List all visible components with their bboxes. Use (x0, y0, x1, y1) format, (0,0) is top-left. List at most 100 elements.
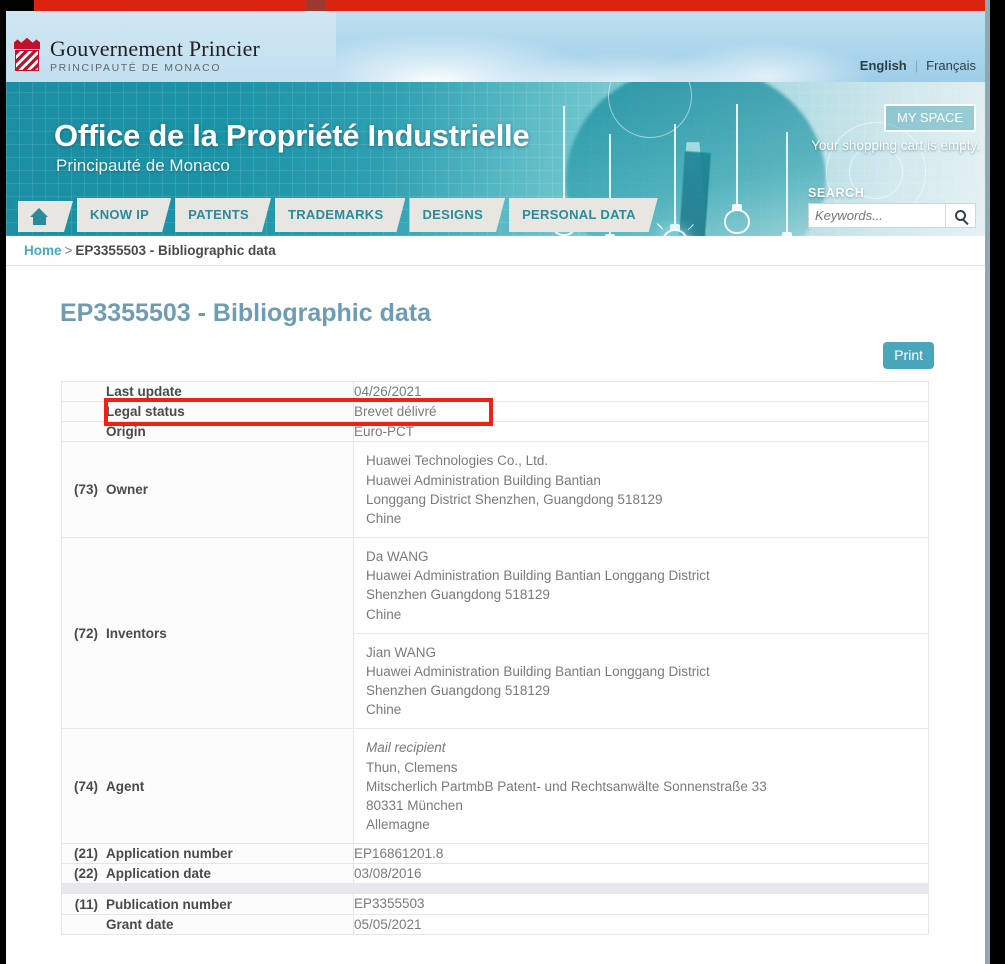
value-line: Chine (366, 606, 402, 622)
inid-code: (21) (73, 846, 98, 862)
table-row: Origin Euro-PCT (61, 421, 929, 443)
page-scrollbar[interactable] (985, 0, 990, 964)
row-label-cell: (72) Inventors (61, 537, 354, 730)
row-label-cell: Last update (61, 380, 354, 403)
row-label-cell: Origin (61, 421, 354, 443)
nav-item-patents[interactable]: PATENTS (175, 198, 271, 232)
bulb-cord (736, 104, 738, 204)
table-row: (74) Agent Mail recipient Thun, Clemens Mits… (61, 728, 929, 845)
row-label-cell: (11) Publication number (61, 893, 354, 915)
bulb-cap (782, 232, 792, 236)
nav-item-know-ip[interactable]: KNOW IP (77, 198, 171, 232)
top-bar-left-notch (6, 0, 34, 11)
search-input[interactable] (809, 204, 945, 227)
row-value-cell: 03/08/2016 (353, 863, 929, 885)
shield-icon (15, 50, 39, 71)
inid-code: (73) (73, 482, 98, 498)
lightbulb-icon-2 (597, 134, 623, 236)
search-icon (955, 210, 966, 221)
value-line: 80331 München (366, 797, 463, 813)
value-line: Jian WANG (366, 644, 437, 660)
row-label-cell: (73) Owner (61, 441, 354, 539)
language-switcher: English | Français (860, 58, 976, 73)
main-navigation: KNOW IP PATENTS TRADEMARKS DESIGNS PERSO… (18, 198, 658, 232)
row-label: Application date (106, 866, 212, 882)
site-title: Office de la Propriété Industrielle (54, 118, 530, 153)
lang-english-link[interactable]: English (860, 58, 907, 73)
table-row: Last update 04/26/2021 (61, 380, 929, 403)
breadcrumb-current: EP3355503 - Bibliographic data (75, 243, 276, 258)
value-block: Huawei Technologies Co., Ltd. Huawei Admi… (354, 442, 928, 537)
government-logo[interactable]: Gouvernement Princier PRINCIPAUTÉ DE MON… (12, 37, 260, 74)
lightbulb-icon-lit (650, 124, 700, 236)
inid-code: (22) (73, 866, 98, 882)
lang-francais-link[interactable]: Français (926, 58, 976, 73)
row-value-cell: Brevet délivré (353, 401, 929, 423)
site-subtitle: Principauté de Monaco (56, 156, 230, 175)
inid-code: (11) (74, 896, 98, 912)
nav-item-personal-data[interactable]: PERSONAL DATA (509, 198, 658, 232)
row-value-cell: Huawei Technologies Co., Ltd. Huawei Admi… (353, 441, 929, 539)
nav-item-designs[interactable]: DESIGNS (409, 198, 505, 232)
breadcrumb-home-link[interactable]: Home (24, 243, 62, 258)
table-row: (11) Publication number EP3355503 (61, 893, 929, 915)
value-line: Mail recipient (366, 740, 446, 756)
table-row: (73) Owner Huawei Technologies Co., Ltd. Hu… (61, 441, 929, 539)
value-line: 05/05/2021 (354, 916, 422, 932)
row-label: Application number (106, 846, 233, 862)
government-band: Gouvernement Princier PRINCIPAUTÉ DE MON… (6, 11, 990, 82)
value-block: Jian WANG Huawei Administration Building … (354, 632, 928, 729)
lightbulb-icon-5 (774, 132, 800, 236)
row-value-cell: EP16861201.8 (353, 843, 929, 865)
page-title: EP3355503 - Bibliographic data (60, 299, 431, 327)
lang-separator: | (914, 58, 919, 73)
nav-item-trademarks[interactable]: TRADEMARKS (275, 198, 405, 232)
search-button[interactable] (945, 204, 975, 227)
value-line: Da WANG (366, 549, 429, 565)
government-name: Gouvernement Princier (50, 36, 261, 61)
my-space-button[interactable]: MY SPACE (884, 104, 976, 132)
row-label: Origin (106, 424, 146, 440)
lightbulb-icon-4 (724, 104, 750, 234)
bulb-glass (724, 209, 750, 234)
row-value-cell: Mail recipient Thun, Clemens Mitscherlich … (353, 728, 929, 845)
value-line: Huawei Administration Building Bantian (366, 472, 601, 488)
inid-code: (74) (73, 778, 98, 794)
value-block: Da WANG Huawei Administration Building Ba… (354, 538, 928, 633)
bibliographic-table-wrap: Last update 04/26/2021 Legal status Brevet … (61, 380, 929, 935)
value-line: Chine (366, 510, 402, 526)
table-row: (72) Inventors Da WANG Huawei Administratio… (61, 537, 929, 730)
row-label: Last update (106, 384, 182, 400)
row-label-cell: (22) Application date (61, 863, 354, 885)
table-row: Grant date 05/05/2021 (61, 913, 929, 935)
row-label: Owner (106, 482, 149, 498)
top-bar-tab-marker (306, 0, 326, 11)
row-label: Inventors (106, 625, 167, 641)
print-row: Print (6, 342, 934, 369)
bulb-cord (786, 132, 788, 232)
value-line: Mitscherlich PartmbB Patent- und Rechtsa… (366, 778, 767, 794)
value-block: Mail recipient Thun, Clemens Mitscherlich … (354, 729, 928, 843)
value-line: Huawei Administration Building Bantian L… (366, 568, 710, 584)
value-line: Euro-PCT (354, 424, 415, 440)
row-label: Publication number (106, 896, 233, 912)
row-label-cell: (21) Application number (61, 843, 354, 865)
table-row: (22) Application date 03/08/2016 (61, 863, 929, 885)
value-line: 03/08/2016 (354, 866, 422, 882)
nav-item-home[interactable] (18, 201, 73, 232)
bulb-cord (674, 124, 676, 224)
value-line: Huawei Administration Building Bantian L… (366, 663, 710, 679)
hero-banner: Office de la Propriété Industrielle Prin… (6, 82, 990, 236)
search-block: SEARCH (808, 186, 976, 228)
value-line: Longgang District Shenzhen, Guangdong 51… (366, 491, 663, 507)
row-label-cell: (74) Agent (61, 728, 354, 845)
government-subtitle: PRINCIPAUTÉ DE MONACO (50, 62, 222, 75)
value-line: Allemagne (366, 816, 430, 832)
print-button[interactable]: Print (883, 342, 934, 369)
row-label-cell: Grant date (61, 913, 354, 935)
breadcrumb: Home > EP3355503 - Bibliographic data (6, 236, 990, 266)
value-line: Huawei Technologies Co., Ltd. (366, 453, 549, 469)
bulb-cord (563, 106, 565, 206)
row-label: Grant date (106, 916, 174, 932)
row-label: Agent (106, 778, 145, 794)
